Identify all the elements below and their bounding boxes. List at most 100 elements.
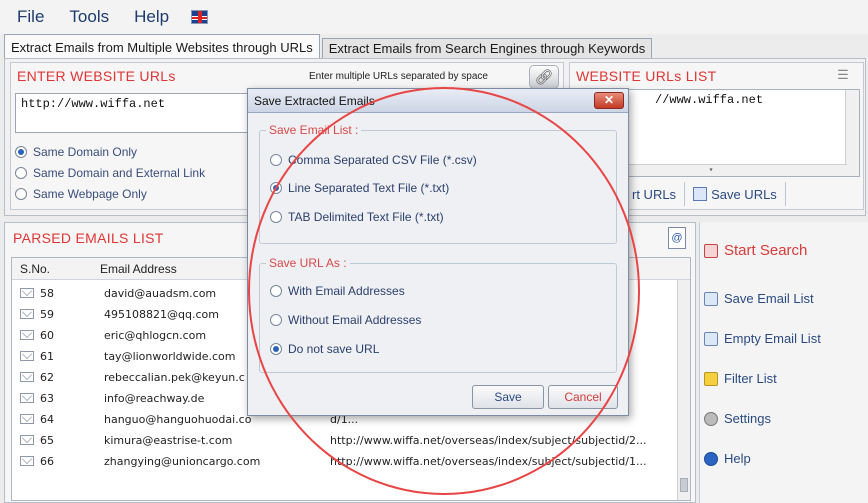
row-sno: 66 bbox=[40, 455, 54, 468]
cancel-button[interactable]: Cancel bbox=[548, 385, 618, 409]
format-tab-txt-label: TAB Delimited Text File (*.txt) bbox=[288, 210, 444, 224]
parsed-emails-title: PARSED EMAILS LIST bbox=[13, 230, 164, 246]
row-email: hanguo@hanguohuodai.co bbox=[104, 413, 252, 426]
help-label: Help bbox=[724, 451, 751, 466]
format-csv-option[interactable]: Comma Separated CSV File (*.csv) bbox=[270, 153, 477, 167]
settings-button[interactable]: Settings bbox=[704, 411, 771, 426]
action-sidebar: Start Search Save Email List Empty Email… bbox=[699, 222, 868, 503]
option-external-link[interactable]: Same Domain and External Link bbox=[15, 166, 205, 180]
url-without-emails-label: Without Email Addresses bbox=[288, 313, 422, 327]
save-email-list-legend: Save Email List : bbox=[266, 123, 362, 137]
radio-format-csv[interactable] bbox=[270, 154, 282, 166]
radio-format-tab-txt[interactable] bbox=[270, 211, 282, 223]
filter-list-button[interactable]: Filter List bbox=[704, 371, 777, 386]
menu-tools[interactable]: Tools bbox=[69, 7, 109, 27]
emails-table-vscroll[interactable] bbox=[677, 280, 690, 500]
envelope-icon bbox=[20, 309, 34, 319]
list-settings-icon[interactable]: ☰ bbox=[831, 67, 855, 87]
format-line-txt-option[interactable]: Line Separated Text File (*.txt) bbox=[270, 181, 449, 195]
save-icon bbox=[704, 291, 718, 306]
envelope-icon bbox=[20, 351, 34, 361]
start-search-button[interactable]: Start Search bbox=[704, 242, 807, 259]
radio-same-webpage[interactable] bbox=[15, 188, 27, 200]
empty-email-list-button[interactable]: Empty Email List bbox=[704, 331, 821, 346]
url-do-not-save-option[interactable]: Do not save URL bbox=[270, 342, 379, 356]
option-same-domain[interactable]: Same Domain Only bbox=[15, 145, 137, 159]
format-tab-txt-option[interactable]: TAB Delimited Text File (*.txt) bbox=[270, 210, 444, 224]
start-search-icon bbox=[704, 243, 718, 258]
envelope-icon bbox=[20, 372, 34, 382]
row-sno: 58 bbox=[40, 287, 54, 300]
envelope-icon bbox=[20, 393, 34, 403]
list-item[interactable]: //www.wiffa.net bbox=[655, 93, 763, 107]
help-button[interactable]: Help bbox=[704, 451, 751, 466]
gear-icon bbox=[704, 411, 718, 426]
url-list-actions: rt URLs Save URLs bbox=[624, 181, 856, 207]
url-without-emails-option[interactable]: Without Email Addresses bbox=[270, 313, 421, 327]
enter-urls-title: ENTER WEBSITE URLs bbox=[17, 68, 176, 84]
option-same-webpage[interactable]: Same Webpage Only bbox=[15, 187, 147, 201]
format-line-txt-label: Line Separated Text File (*.txt) bbox=[288, 181, 450, 195]
column-sno[interactable]: S.No. bbox=[20, 262, 50, 276]
row-sno: 65 bbox=[40, 434, 54, 447]
empty-email-list-label: Empty Email List bbox=[724, 331, 821, 346]
envelope-icon bbox=[20, 288, 34, 298]
save-urls-button[interactable]: Save URLs bbox=[685, 182, 786, 206]
row-sno: 60 bbox=[40, 329, 54, 342]
row-sno: 64 bbox=[40, 413, 54, 426]
url-list-vscroll[interactable] bbox=[845, 90, 859, 176]
menu-help[interactable]: Help bbox=[134, 7, 169, 27]
save-email-list-button[interactable]: Save Email List bbox=[704, 291, 814, 306]
scroll-thumb[interactable] bbox=[680, 478, 688, 492]
radio-external-link[interactable] bbox=[15, 167, 27, 179]
add-url-button[interactable]: 🔗︎ bbox=[529, 65, 559, 89]
radio-format-line-txt[interactable] bbox=[270, 182, 282, 194]
table-row[interactable]: 66 zhangying@unioncargo.com http://www.wif… bbox=[12, 451, 678, 472]
settings-label: Settings bbox=[724, 411, 771, 426]
start-search-label: Start Search bbox=[724, 242, 808, 259]
tab-search-engines[interactable]: Extract Emails from Search Engines throu… bbox=[321, 38, 653, 58]
envelope-icon bbox=[20, 330, 34, 340]
radio-url-with-emails[interactable] bbox=[270, 285, 282, 297]
tab-multiple-websites[interactable]: Extract Emails from Multiple Websites th… bbox=[4, 34, 320, 59]
save-button[interactable]: Save bbox=[472, 385, 544, 409]
url-with-emails-option[interactable]: With Email Addresses bbox=[270, 284, 405, 298]
empty-list-icon bbox=[704, 331, 718, 346]
import-urls-button[interactable]: rt URLs bbox=[624, 182, 686, 206]
row-sno: 62 bbox=[40, 371, 54, 384]
dialog-title-bar[interactable]: Save Extracted Emails ✕ bbox=[248, 89, 628, 113]
email-export-icon[interactable]: @ bbox=[668, 227, 686, 249]
radio-url-do-not-save[interactable] bbox=[270, 343, 282, 355]
radio-same-domain[interactable] bbox=[15, 146, 27, 158]
help-icon bbox=[704, 451, 718, 466]
filter-icon bbox=[704, 371, 718, 386]
table-row[interactable]: 65 kimura@eastrise-t.com http://www.wiffa.… bbox=[12, 430, 678, 451]
save-urls-label: Save URLs bbox=[711, 186, 777, 202]
close-icon[interactable]: ✕ bbox=[594, 92, 624, 109]
row-email: 495108821@qq.com bbox=[104, 308, 219, 321]
option-same-domain-label: Same Domain Only bbox=[33, 145, 138, 159]
filter-list-label: Filter List bbox=[724, 371, 777, 386]
envelope-icon bbox=[20, 414, 34, 424]
row-email: info@reachway.de bbox=[104, 392, 205, 405]
row-sno: 59 bbox=[40, 308, 54, 321]
envelope-icon bbox=[20, 456, 34, 466]
format-csv-label: Comma Separated CSV File (*.csv) bbox=[288, 153, 477, 167]
row-sno: 63 bbox=[40, 392, 54, 405]
url-list-title: WEBSITE URLs LIST bbox=[576, 68, 717, 84]
column-email[interactable]: Email Address bbox=[100, 262, 177, 276]
row-email: tay@lionworldwide.com bbox=[104, 350, 236, 363]
radio-url-without-emails[interactable] bbox=[270, 314, 282, 326]
save-urls-icon bbox=[693, 187, 708, 201]
language-flag-icon[interactable] bbox=[191, 10, 209, 24]
import-urls-label: rt URLs bbox=[632, 186, 677, 202]
option-same-webpage-label: Same Webpage Only bbox=[33, 187, 147, 201]
save-extracted-emails-dialog: Save Extracted Emails ✕ Save Email List … bbox=[247, 88, 629, 416]
row-email: david@auadsm.com bbox=[104, 287, 217, 300]
menu-file[interactable]: File bbox=[17, 7, 44, 27]
menu-bar: File Tools Help bbox=[0, 0, 868, 34]
row-email: eric@qhlogcn.com bbox=[104, 329, 207, 342]
link-icon: 🔗︎ bbox=[534, 69, 554, 86]
row-email: zhangying@unioncargo.com bbox=[104, 455, 261, 468]
save-url-legend: Save URL As : bbox=[266, 256, 350, 270]
